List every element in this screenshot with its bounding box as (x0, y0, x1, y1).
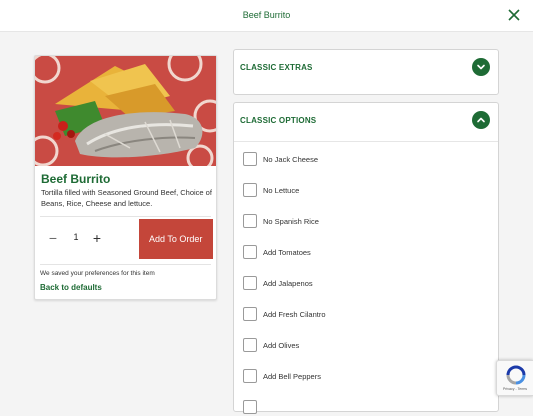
quantity-value: 1 (73, 232, 79, 242)
checkbox[interactable] (243, 338, 257, 352)
checkbox[interactable] (243, 214, 257, 228)
decrement-button[interactable]: − (44, 229, 62, 247)
divider (40, 216, 211, 217)
checkbox[interactable] (243, 183, 257, 197)
divider (40, 264, 211, 265)
product-description: Tortilla filled with Seasoned Ground Bee… (41, 188, 212, 208)
panel-title: CLASSIC EXTRAS (240, 63, 313, 72)
chevron-down-icon[interactable] (472, 58, 490, 76)
checkbox[interactable] (243, 152, 257, 166)
checkbox[interactable] (243, 369, 257, 383)
quantity-stepper: − 1 + (40, 219, 138, 259)
checkbox[interactable] (243, 307, 257, 321)
recaptcha-icon (506, 365, 526, 385)
checkbox[interactable] (243, 400, 257, 414)
option-label: Add Bell Peppers (263, 372, 321, 381)
product-name: Beef Burrito (41, 172, 111, 186)
increment-button[interactable]: + (88, 229, 106, 247)
close-icon[interactable] (505, 6, 523, 24)
saved-preferences-note: We saved your preferences for this item (40, 270, 155, 277)
modal-title: Beef Burrito (242, 10, 291, 20)
option-label: Add Tomatoes (263, 248, 311, 257)
option-label: Add Olives (263, 341, 300, 350)
option-label: Add Jalapenos (263, 279, 313, 288)
option-label: No Spanish Rice (263, 217, 319, 226)
back-to-defaults-link[interactable]: Back to defaults (40, 283, 102, 292)
divider (234, 141, 498, 142)
panel-title: CLASSIC OPTIONS (240, 116, 317, 125)
product-card: Beef Burrito Tortilla filled with Season… (34, 55, 217, 300)
recaptcha-footer[interactable]: Privacy - Terms (503, 387, 527, 391)
recaptcha-badge[interactable]: Privacy - Terms (496, 360, 533, 396)
option-label: Add Fresh Cilantro (263, 310, 326, 319)
option-label: No Lettuce (263, 186, 300, 195)
classic-extras-panel[interactable]: CLASSIC EXTRAS (233, 49, 499, 95)
classic-options-panel: CLASSIC OPTIONS No Jack Cheese No Lettuc… (233, 102, 499, 414)
product-image (35, 56, 216, 166)
chevron-up-icon[interactable] (472, 111, 490, 129)
option-label: No Jack Cheese (263, 155, 319, 164)
checkbox[interactable] (243, 245, 257, 259)
add-to-order-button[interactable]: Add To Order (139, 219, 213, 259)
checkbox[interactable] (243, 276, 257, 290)
modal-header: Beef Burrito (0, 0, 533, 32)
